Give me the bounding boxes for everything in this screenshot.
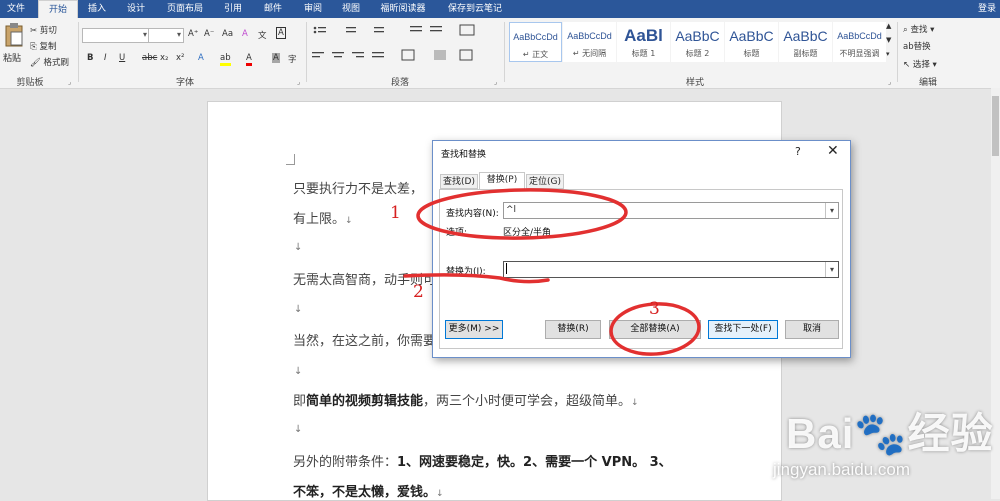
annotation-number-1: 1: [390, 203, 401, 223]
annotation-number-3: 3: [649, 299, 660, 319]
annotation-ellipse-1: [416, 188, 628, 240]
annotation-number-2: 2: [413, 282, 424, 302]
annotation-underline-2: [403, 273, 550, 284]
watermark-url: jingyan.baidu.com: [773, 460, 911, 479]
baidu-jingyan-logo: Bai🐾经验: [786, 410, 994, 457]
